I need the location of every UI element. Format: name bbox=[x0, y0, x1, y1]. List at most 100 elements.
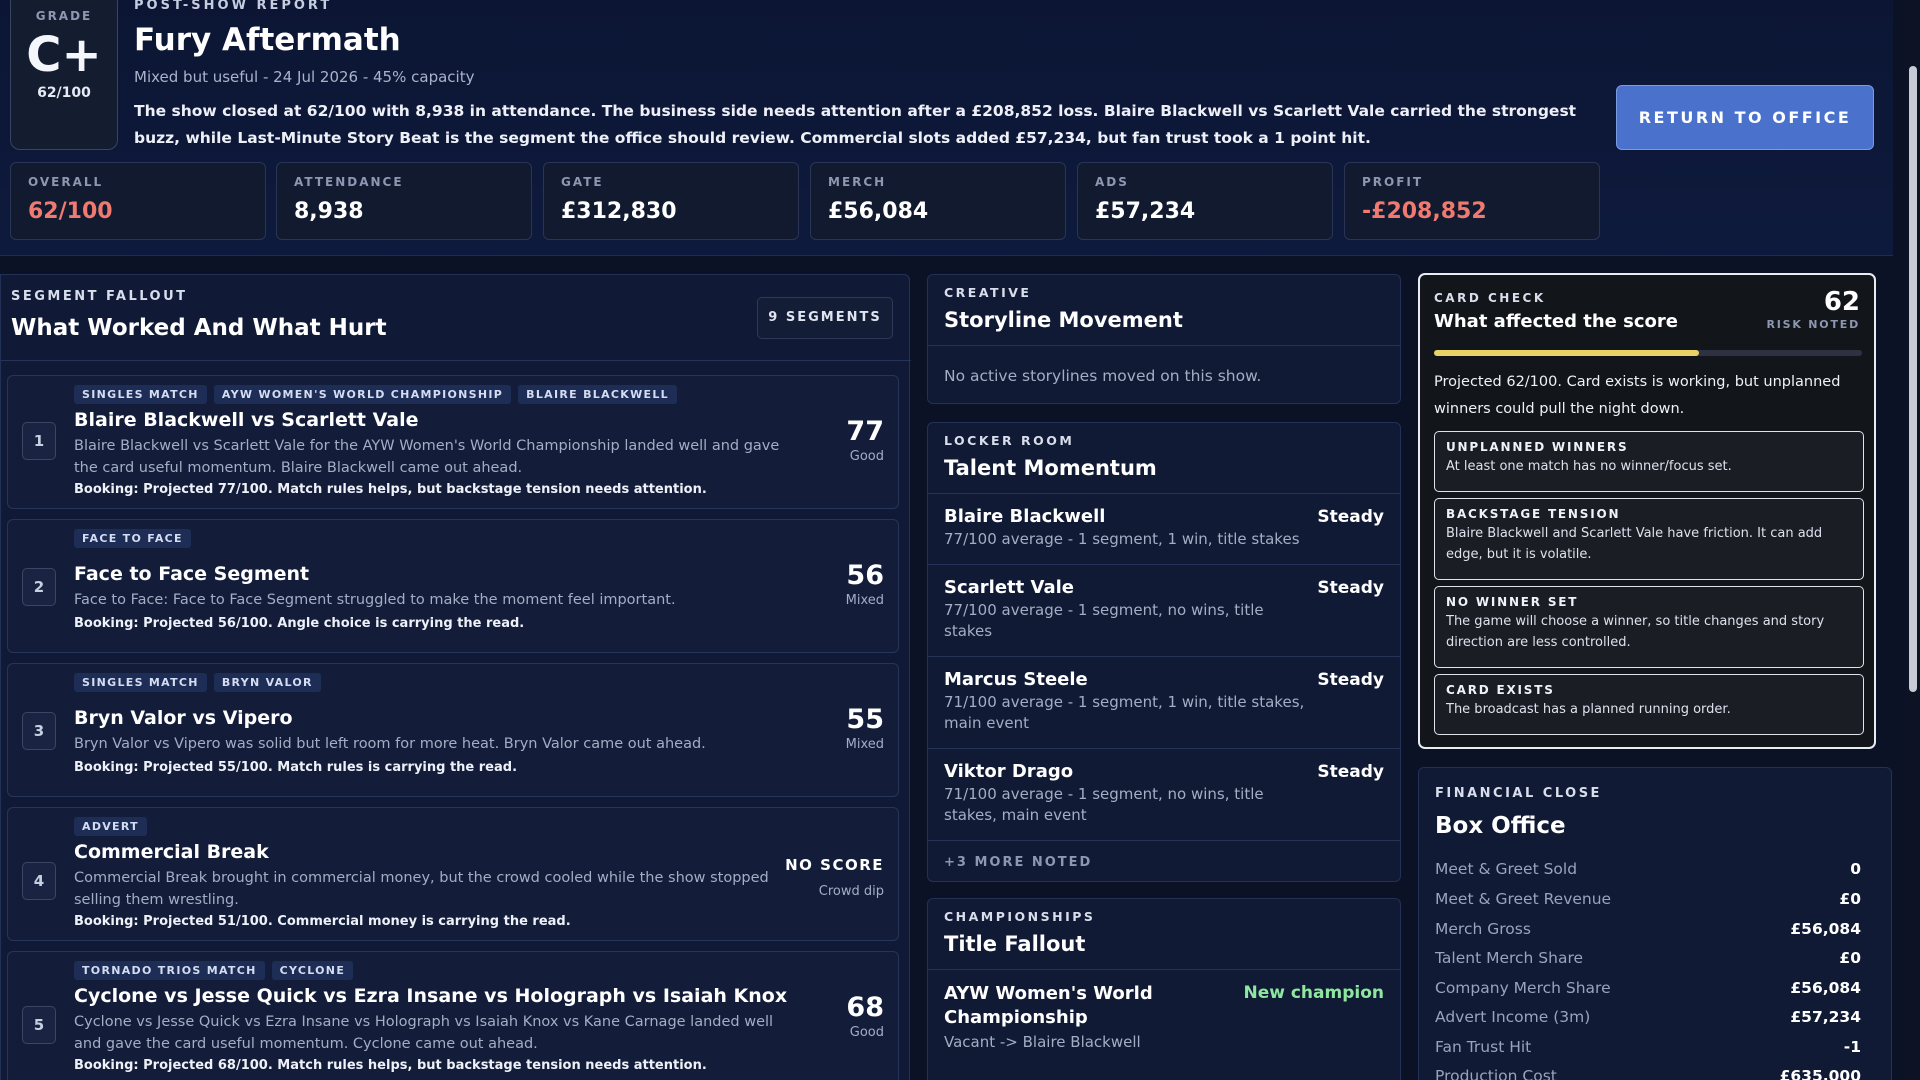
segment-title: Blaire Blackwell vs Scarlett Vale bbox=[74, 409, 419, 431]
risk-item: CARD EXISTS The broadcast has a planned … bbox=[1434, 674, 1864, 735]
section-title: Box Office bbox=[1435, 813, 1566, 839]
grade-card: GRADE C+ 62/100 bbox=[10, 0, 118, 150]
talent-state: Steady bbox=[1317, 578, 1384, 598]
finance-key: Meet & Greet Sold bbox=[1435, 860, 1578, 878]
talent-row[interactable]: Blaire Blackwell 77/100 average - 1 segm… bbox=[928, 493, 1400, 564]
stat-overall: OVERALL 62/100 bbox=[10, 162, 266, 240]
segment-number: 3 bbox=[22, 712, 56, 750]
risk-item: BACKSTAGE TENSION Blaire Blackwell and S… bbox=[1434, 498, 1864, 580]
stat-value: -£208,852 bbox=[1362, 199, 1487, 224]
divider bbox=[928, 840, 1400, 841]
segment-number: 5 bbox=[22, 1006, 56, 1044]
segment-card[interactable]: SINGLES MATCH BRYN VALOR 3 Bryn Valor vs… bbox=[7, 663, 899, 797]
segment-card[interactable]: ADVERT 4 Commercial Break Commercial Bre… bbox=[7, 807, 899, 941]
finance-row: Production Cost £635,000 bbox=[1435, 1067, 1861, 1080]
card-check-panel: CARD CHECK What affected the score 62 RI… bbox=[1418, 273, 1876, 749]
page-scrollbar[interactable] bbox=[1905, 0, 1920, 1080]
divider bbox=[1, 360, 911, 361]
finance-value: £56,084 bbox=[1790, 920, 1861, 938]
score-value: NO SCORE bbox=[785, 856, 884, 874]
score-value: 62 bbox=[1823, 287, 1860, 317]
score-value: 55 bbox=[846, 704, 884, 735]
finance-key: Fan Trust Hit bbox=[1435, 1038, 1532, 1056]
segment-number: 4 bbox=[22, 862, 56, 900]
title-row[interactable]: AYW Women's World Championship Vacant ->… bbox=[928, 969, 1400, 1069]
section-label: LOCKER ROOM bbox=[944, 433, 1075, 448]
stat-label: ADS bbox=[1095, 175, 1129, 189]
storyline-header: CREATIVE Storyline Movement bbox=[944, 285, 1183, 332]
segment-card[interactable]: TORNADO TRIOS MATCH CYCLONE 5 Cyclone vs… bbox=[7, 951, 899, 1080]
finance-key: Production Cost bbox=[1435, 1067, 1557, 1080]
risk-item: UNPLANNED WINNERS At least one match has… bbox=[1434, 431, 1864, 492]
segment-score: 68 Good bbox=[846, 992, 884, 1040]
talent-stat: 77/100 average - 1 segment, 1 win, title… bbox=[944, 530, 1300, 548]
finance-key: Talent Merch Share bbox=[1435, 949, 1584, 967]
segment-tag: AYW WOMEN'S WORLD CHAMPIONSHIP bbox=[213, 385, 512, 404]
risk-item: NO WINNER SET The game will choose a win… bbox=[1434, 586, 1864, 668]
segment-card[interactable]: FACE TO FACE 2 Face to Face Segment Face… bbox=[7, 519, 899, 653]
show-subtitle: Mixed but useful - 24 Jul 2026 - 45% cap… bbox=[134, 68, 475, 86]
return-to-office-button[interactable]: RETURN TO OFFICE bbox=[1616, 85, 1874, 150]
segment-tags: SINGLES MATCH AYW WOMEN'S WORLD CHAMPION… bbox=[74, 385, 677, 404]
segment-tag: FACE TO FACE bbox=[74, 529, 191, 548]
segment-tag: BLAIRE BLACKWELL bbox=[518, 385, 677, 404]
grade-score: 62/100 bbox=[37, 85, 91, 101]
stat-merch: MERCH £56,084 bbox=[810, 162, 1066, 240]
talent-row[interactable]: Marcus Steele 71/100 average - 1 segment… bbox=[928, 656, 1400, 748]
segment-booking: Booking: Projected 55/100. Match rules i… bbox=[74, 760, 518, 775]
segment-description: Commercial Break brought in commercial m… bbox=[74, 870, 769, 908]
section-title: Storyline Movement bbox=[944, 308, 1183, 332]
finance-value: -1 bbox=[1843, 1038, 1861, 1056]
section-label: CREATIVE bbox=[944, 285, 1032, 300]
financial-close-panel: FINANCIAL CLOSE Box Office Meet & Greet … bbox=[1418, 767, 1892, 1080]
segment-tag: BRYN VALOR bbox=[213, 673, 321, 692]
talent-row[interactable]: Viktor Drago 71/100 average - 1 segment,… bbox=[928, 748, 1400, 840]
segment-tags: ADVERT bbox=[74, 817, 147, 836]
risk-label: CARD EXISTS bbox=[1446, 683, 1555, 697]
title-change: Vacant -> Blaire Blackwell bbox=[944, 1033, 1141, 1051]
talent-header: LOCKER ROOM Talent Momentum bbox=[944, 433, 1157, 480]
segment-card[interactable]: SINGLES MATCH AYW WOMEN'S WORLD CHAMPION… bbox=[7, 375, 899, 509]
show-summary: The show closed at 62/100 with 8,938 in … bbox=[134, 102, 1577, 147]
segment-score: 77 Good bbox=[846, 416, 884, 464]
risk-text: The game will choose a winner, so title … bbox=[1446, 614, 1825, 650]
segment-tags: SINGLES MATCH BRYN VALOR bbox=[74, 673, 321, 692]
segment-number: 2 bbox=[22, 568, 56, 606]
finance-key: Advert Income (3m) bbox=[1435, 1008, 1591, 1026]
finance-row: Meet & Greet Sold 0 bbox=[1435, 860, 1861, 878]
title-fallout-panel: CHAMPIONSHIPS Title Fallout AYW Women's … bbox=[927, 898, 1401, 1080]
talent-row[interactable]: Scarlett Vale 77/100 average - 1 segment… bbox=[928, 564, 1400, 656]
risk-text: Blaire Blackwell and Scarlett Vale have … bbox=[1446, 526, 1823, 562]
stat-label: GATE bbox=[561, 175, 604, 189]
report-header: GRADE C+ 62/100 POST-SHOW REPORT Fury Af… bbox=[0, 0, 1893, 256]
finance-row: Advert Income (3m) £57,234 bbox=[1435, 1008, 1861, 1026]
finance-value: £57,234 bbox=[1790, 1008, 1861, 1026]
score-verdict: Good bbox=[849, 1025, 884, 1040]
stat-value: £56,084 bbox=[828, 199, 929, 224]
risk-progress-bar bbox=[1434, 350, 1862, 356]
segment-tags: TORNADO TRIOS MATCH CYCLONE bbox=[74, 961, 354, 980]
talent-momentum-panel: LOCKER ROOM Talent Momentum Blaire Black… bbox=[927, 422, 1401, 882]
section-label: SEGMENT FALLOUT bbox=[11, 289, 188, 304]
stat-label: PROFIT bbox=[1362, 175, 1424, 189]
stat-value: £57,234 bbox=[1095, 199, 1196, 224]
risk-text: At least one match has no winner/focus s… bbox=[1446, 459, 1732, 474]
finance-row: Company Merch Share £56,084 bbox=[1435, 979, 1861, 997]
talent-state: Steady bbox=[1317, 670, 1384, 690]
scrollbar-thumb[interactable] bbox=[1909, 66, 1917, 692]
finance-header: FINANCIAL CLOSE Box Office bbox=[1435, 786, 1602, 839]
risk-text: The broadcast has a planned running orde… bbox=[1446, 702, 1731, 717]
talent-state: Steady bbox=[1317, 507, 1384, 527]
finance-row: Merch Gross £56,084 bbox=[1435, 920, 1861, 938]
card-check-header: CARD CHECK What affected the score bbox=[1434, 291, 1678, 332]
section-label: CARD CHECK bbox=[1434, 291, 1546, 305]
stat-profit: PROFIT -£208,852 bbox=[1344, 162, 1600, 240]
more-noted-link[interactable]: +3 MORE NOTED bbox=[944, 855, 1092, 870]
segment-score: NO SCORE Crowd dip bbox=[785, 856, 884, 899]
segment-tag: SINGLES MATCH bbox=[74, 385, 207, 404]
title-name: AYW Women's World Championship bbox=[944, 983, 1153, 1028]
storyline-empty: No active storylines moved on this show. bbox=[944, 367, 1262, 385]
finance-key: Company Merch Share bbox=[1435, 979, 1611, 997]
segment-header: SEGMENT FALLOUT What Worked And What Hur… bbox=[11, 289, 387, 341]
segment-count-badge: 9 SEGMENTS bbox=[757, 297, 893, 339]
